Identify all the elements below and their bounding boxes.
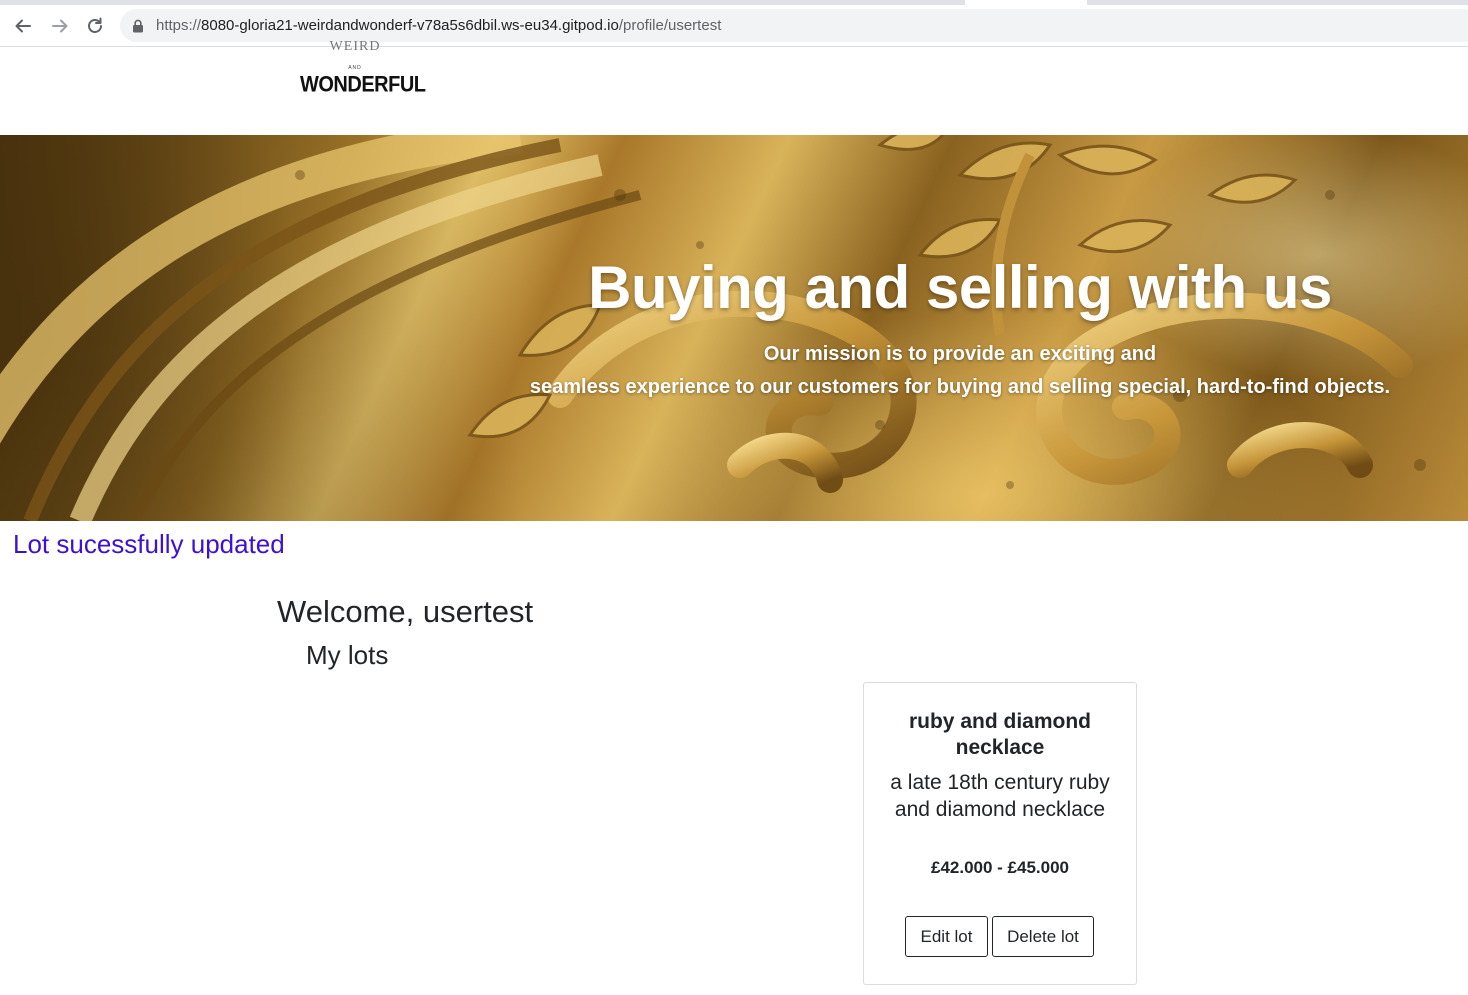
address-bar[interactable]: https://8080-gloria21-weirdandwonderf-v7… [120,9,1468,42]
reload-icon [88,17,102,33]
gilded-ornament-image [0,135,1426,521]
url-path: /profile/usertest [618,17,722,34]
logo-and: AND [348,65,362,71]
reload-button[interactable] [80,11,110,41]
forward-button[interactable] [45,11,75,41]
hero-subtitle: Our mission is to provide an exciting an… [500,338,1420,404]
site-header: WEIRD AND WONDERFUL [0,39,1468,135]
site-logo[interactable]: WEIRD AND WONDERFUL [300,39,426,107]
back-arrow-icon [15,19,31,33]
lock-icon [132,19,146,33]
delete-lot-button[interactable]: Delete lot [992,916,1094,957]
hero-title: Buying and selling with us [588,254,1332,321]
my-lots-heading: My lots [306,640,389,670]
back-button[interactable] [8,11,38,41]
url-scheme: https:// [156,17,202,34]
logo-wordmark: WONDERFUL [300,72,426,98]
edit-lot-button[interactable]: Edit lot [905,916,988,957]
lot-price: £42.000 - £45.000 [930,858,1069,877]
forward-arrow-icon [52,19,68,33]
hero-subtitle-line2: seamless experience to our customers for… [529,376,1391,398]
url-host: 8080-gloria21-weirdandwonderf-v78a5s6dbi… [201,17,619,34]
lot-card: ruby and diamond necklace a late 18th ce… [863,682,1137,985]
hero-banner: Buying and selling with us Our mission i… [0,135,1468,521]
browser-toolbar: https://8080-gloria21-weirdandwonderf-v7… [0,5,1468,47]
flash-message: Lot sucessfully updated [13,529,285,559]
url-text: https://8080-gloria21-weirdandwonderf-v7… [156,17,721,34]
hero-subtitle-line1: Our mission is to provide an exciting an… [763,343,1157,365]
lot-title: ruby and diamond necklace [908,710,1091,759]
logo-top-word: WEIRD [329,39,381,51]
lot-description: a late 18th century ruby and diamond nec… [890,771,1110,821]
welcome-heading: Welcome, usertest [277,594,534,629]
